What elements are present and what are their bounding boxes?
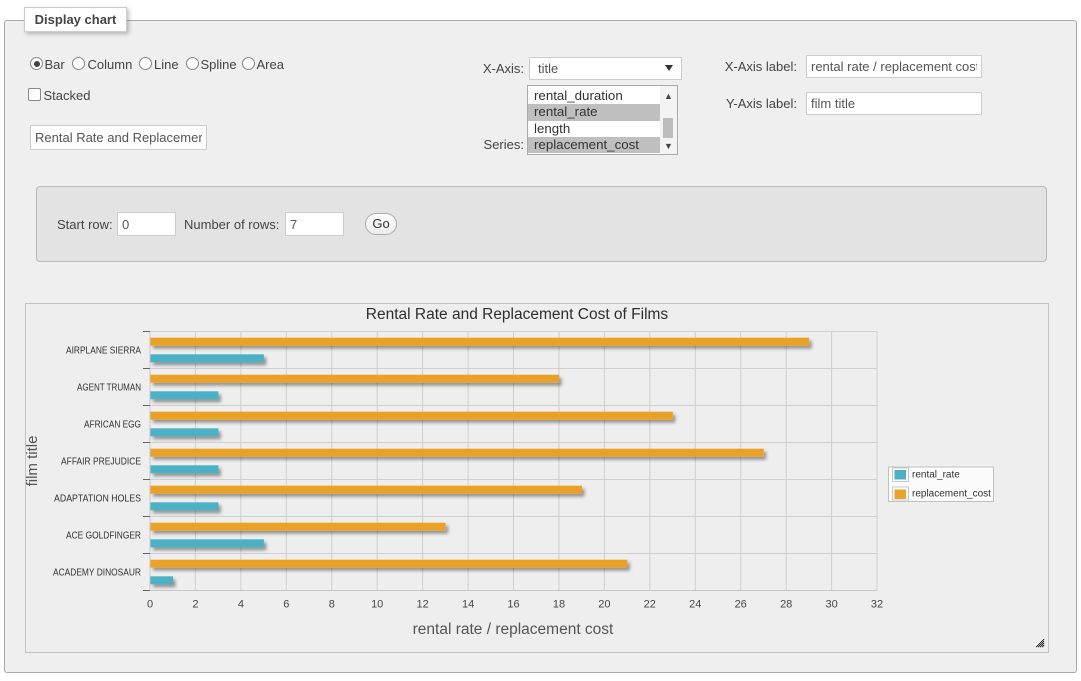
svg-text:AIRPLANE SIERRA: AIRPLANE SIERRA [66,346,141,357]
svg-text:26: 26 [735,599,747,611]
svg-text:16: 16 [507,599,519,611]
svg-text:14: 14 [462,599,474,611]
svg-text:replacement_cost: replacement_cost [912,489,991,500]
svg-text:32: 32 [871,599,883,611]
svg-text:ACE GOLDFINGER: ACE GOLDFINGER [66,531,141,542]
svg-text:12: 12 [416,599,428,611]
svg-text:film title: film title [25,436,41,487]
svg-text:0: 0 [147,599,153,611]
svg-text:ADAPTATION HOLES: ADAPTATION HOLES [54,494,141,505]
svg-text:ACADEMY DINOSAUR: ACADEMY DINOSAUR [53,568,141,579]
svg-text:20: 20 [598,599,610,611]
svg-text:8: 8 [329,599,335,611]
svg-text:rental rate / replacement cost: rental rate / replacement cost [413,621,614,638]
svg-text:AFRICAN EGG: AFRICAN EGG [84,420,141,431]
svg-text:2: 2 [192,599,198,611]
svg-text:22: 22 [644,599,656,611]
svg-text:6: 6 [283,599,289,611]
svg-text:4: 4 [238,599,244,611]
svg-text:Rental Rate and Replacement Co: Rental Rate and Replacement Cost of Film… [366,306,669,323]
svg-text:28: 28 [780,599,792,611]
svg-text:24: 24 [689,599,701,611]
svg-text:30: 30 [825,599,837,611]
svg-text:AFFAIR PREJUDICE: AFFAIR PREJUDICE [61,457,141,468]
svg-text:AGENT TRUMAN: AGENT TRUMAN [77,383,141,394]
svg-text:rental_rate: rental_rate [912,470,960,481]
svg-text:18: 18 [553,599,565,611]
svg-text:10: 10 [371,599,383,611]
